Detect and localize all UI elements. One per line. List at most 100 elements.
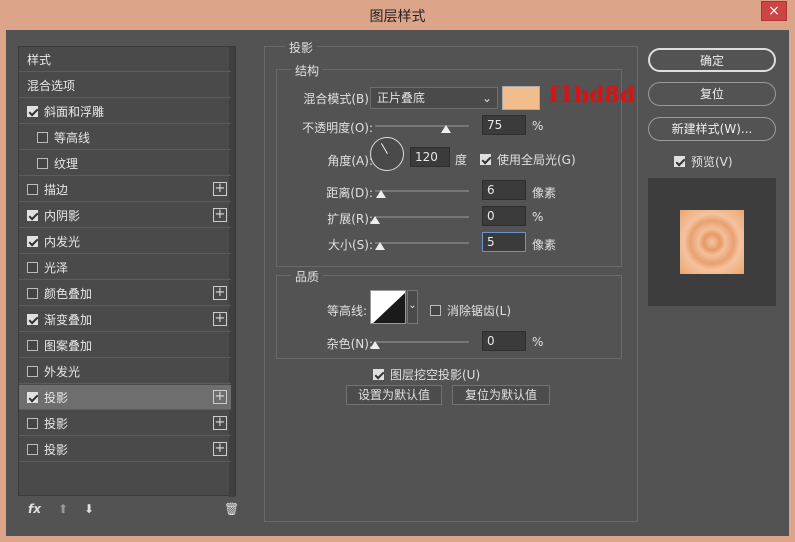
close-button[interactable]: × [761,1,787,21]
opacity-slider[interactable] [375,125,469,127]
sidebar-item-checkbox[interactable] [27,183,38,195]
noise-slider-thumb[interactable] [370,341,380,349]
panel-title: 投影 [285,39,318,56]
sidebar-item-checkbox[interactable] [27,209,38,221]
ok-button[interactable]: 确定 [648,48,776,72]
sidebar-item-label: 投影 [44,416,69,431]
add-effect-icon[interactable]: + [213,208,227,222]
add-effect-icon[interactable]: + [213,390,227,404]
contour-curve-icon [373,292,405,323]
noise-input[interactable]: 0 [482,331,526,351]
blend-mode-label: 混合模式(B): [303,92,373,106]
sidebar-item-checkbox[interactable] [27,339,38,351]
size-input[interactable]: 5 [482,232,526,252]
distance-unit: 像素 [532,186,557,200]
sidebar-item-checkbox[interactable] [27,365,38,377]
spread-slider-thumb[interactable] [370,216,380,224]
sidebar-item[interactable]: 描边 + [19,177,231,202]
new-style-button[interactable]: 新建样式(W)... [648,117,776,141]
add-effect-icon[interactable]: + [213,312,227,326]
contour-picker[interactable] [370,290,406,324]
quality-group: 品质 等高线: ⌄ 消除锯齿(L) 杂色(N): 0 % [276,268,622,359]
add-effect-icon[interactable]: + [213,182,227,196]
sidebar-item[interactable]: 纹理 [19,151,231,176]
fx-button[interactable]: fx [28,502,41,516]
antialias-checkbox[interactable]: 消除锯齿(L) [430,302,511,319]
preview-checkbox[interactable]: 预览(V) [674,153,733,170]
move-down-icon[interactable]: ⬇ [84,502,94,516]
spread-slider[interactable] [375,216,469,218]
add-effect-icon[interactable]: + [213,286,227,300]
style-list: 样式 混合选项 斜面和浮雕 等高线 纹理 描边 + 内阴影 + 内发光 光泽 颜色叠加 + 渐变叠加 + 图案… [18,46,236,497]
sidebar-item-checkbox[interactable] [37,157,48,169]
add-effect-icon[interactable]: + [213,442,227,456]
knockout-checkbox[interactable]: 图层挖空投影(U) [373,366,480,383]
sidebar-item-checkbox[interactable] [27,443,38,455]
opacity-input[interactable]: 75 [482,115,526,135]
sidebar-item[interactable]: 等高线 [19,125,231,150]
noise-label: 杂色(N): [326,337,373,351]
sidebar-item[interactable]: 混合选项 [19,73,231,98]
sidebar-item-label: 投影 [44,390,69,405]
sidebar-item-label: 纹理 [54,156,79,171]
global-light-check[interactable] [480,154,491,165]
reset-button[interactable]: 复位 [648,82,776,106]
angle-dial[interactable] [370,137,404,171]
size-unit: 像素 [532,238,557,252]
sidebar-item[interactable]: 光泽 [19,255,231,280]
distance-label: 距离(D): [326,186,373,200]
sidebar-item-label: 图案叠加 [44,338,93,353]
sidebar-item[interactable]: 图案叠加 [19,333,231,358]
style-preview [648,178,776,306]
size-slider[interactable] [375,242,469,244]
angle-input[interactable]: 120 [410,147,450,167]
sidebar-item[interactable]: 内阴影 + [19,203,231,228]
distance-slider-thumb[interactable] [376,190,386,198]
preview-check[interactable] [674,156,685,167]
size-slider-thumb[interactable] [375,242,385,250]
sidebar-item-checkbox[interactable] [27,313,38,325]
shadow-color-swatch[interactable] [502,86,540,110]
sidebar-item[interactable]: 内发光 [19,229,231,254]
sidebar-item[interactable]: 投影 + [19,437,231,462]
reset-default-button[interactable]: 复位为默认值 [452,385,550,405]
sidebar-item-checkbox[interactable] [27,261,38,273]
global-light-checkbox[interactable]: 使用全局光(G) [480,151,576,168]
trash-icon[interactable]: 🗑 [224,502,239,516]
sidebar-item-label: 颜色叠加 [44,286,93,301]
opacity-slider-thumb[interactable] [441,125,451,133]
contour-dropdown-icon[interactable]: ⌄ [407,290,418,324]
global-light-label: 使用全局光(G) [497,153,576,167]
sidebar-item[interactable]: 斜面和浮雕 [19,99,231,124]
blend-mode-select[interactable]: 正片叠底 ⌄ [370,87,498,109]
noise-slider[interactable] [375,341,469,343]
sidebar-item-label: 外发光 [44,364,81,379]
set-default-button[interactable]: 设置为默认值 [346,385,442,405]
knockout-check[interactable] [373,369,384,380]
sidebar-item-checkbox[interactable] [27,105,38,117]
sidebar-item[interactable]: 投影 + [19,385,231,410]
sidebar-item-checkbox[interactable] [37,131,48,143]
window-title: 图层样式 [369,9,426,25]
add-effect-icon[interactable]: + [213,416,227,430]
antialias-check[interactable] [430,305,441,316]
sidebar-item-checkbox[interactable] [27,287,38,299]
size-label: 大小(S): [327,238,373,252]
sidebar-item[interactable]: 颜色叠加 + [19,281,231,306]
sidebar-item[interactable]: 投影 + [19,411,231,436]
distance-input[interactable]: 6 [482,180,526,200]
spread-input[interactable]: 0 [482,206,526,226]
spread-unit: % [532,210,544,224]
sidebar-item-label: 投影 [44,442,69,457]
sidebar-item[interactable]: 样式 [19,47,231,72]
sidebar-item-checkbox[interactable] [27,417,38,429]
blend-mode-value: 正片叠底 [377,91,426,105]
sidebar-item-label: 斜面和浮雕 [44,104,105,119]
move-up-icon[interactable]: ⬆ [58,502,68,516]
distance-slider[interactable] [375,190,469,192]
sidebar-item[interactable]: 渐变叠加 + [19,307,231,332]
sidebar-item[interactable]: 外发光 [19,359,231,384]
knockout-label: 图层挖空投影(U) [390,368,481,382]
sidebar-item-checkbox[interactable] [27,235,38,247]
sidebar-item-checkbox[interactable] [27,391,38,403]
